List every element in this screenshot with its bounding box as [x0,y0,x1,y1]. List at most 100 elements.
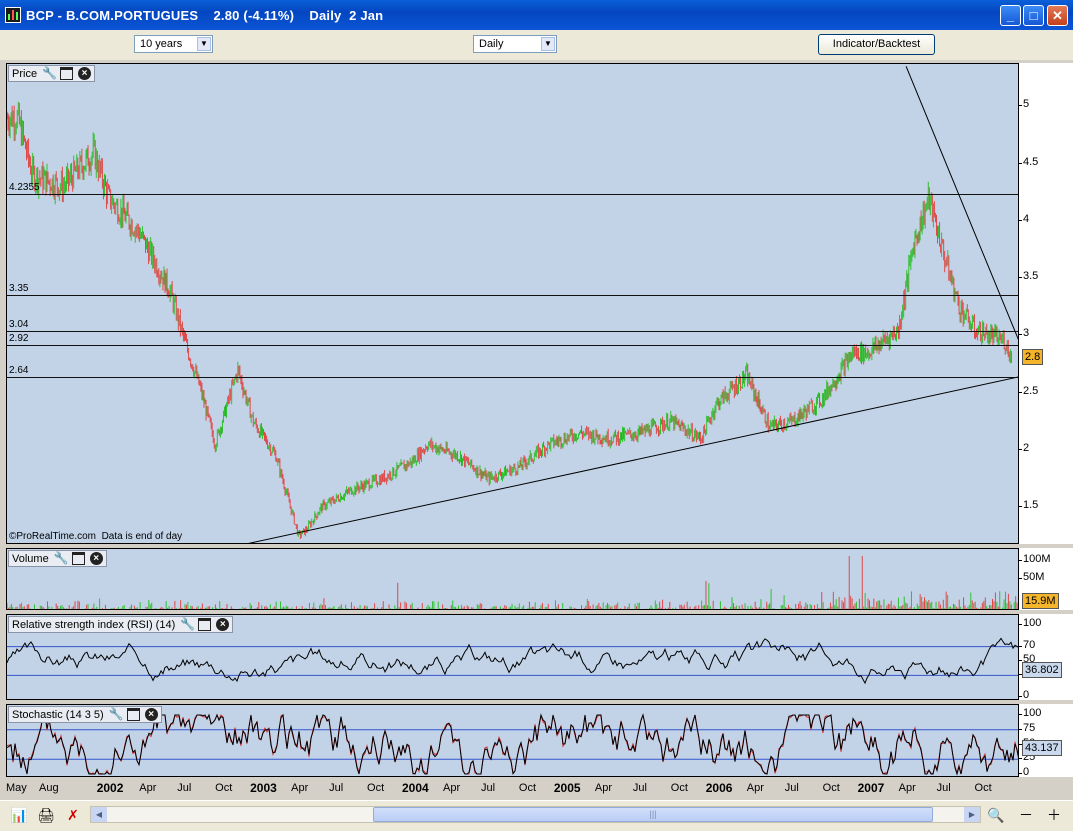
window-icon[interactable] [60,67,74,80]
bottom-toolbar: 📊 🖨 ✗ ◀ ||| ▶ 🔍 － ＋ [0,800,1073,831]
price-panel-title: Price [12,67,38,80]
interval-select[interactable]: Daily ▼ [473,35,557,53]
time-axis-label: Jul [177,782,192,794]
price-axis: 5 4.5 4 3.5 3 2.5 2 1.5 2.8 [1018,63,1073,544]
zoom-in-icon[interactable]: ＋ [1043,805,1065,825]
volume-axis: 100M 50M 15.9M [1018,548,1073,610]
axis-tick-label: 5 [1018,98,1030,111]
time-axis-label: Oct [974,782,992,794]
volume-panel-header: Volume 🔧 × [8,550,107,567]
level-label: 3.04 [9,318,29,330]
window-icon[interactable] [71,552,85,565]
minimize-button[interactable]: _ [1000,5,1021,26]
time-axis-label: Jul [480,782,496,794]
axis-tick-label: 0 [1018,766,1030,778]
volume-panel[interactable]: Volume 🔧 × [6,548,1019,610]
close-icon[interactable]: × [78,67,92,80]
chevron-down-icon[interactable]: ▼ [197,37,211,51]
level-label: 2.92 [9,332,29,344]
level-label: 2.64 [9,364,29,376]
rsi-panel[interactable]: Relative strength index (RSI) (14) 🔧 × [6,614,1019,700]
time-axis-label: 2004 [401,781,429,795]
axis-tick-label: 100M [1019,553,1051,565]
time-axis-label: Oct [822,782,840,794]
rsi-axis: 100705030036.802 [1018,614,1073,701]
chevron-down-icon[interactable]: ▼ [541,37,555,51]
axis-tick-label: 4.5 [1018,155,1039,168]
time-axis-label: Jul [784,782,799,794]
horizontal-level-line[interactable] [7,330,1018,332]
axis-tick-label: 2.5 [1018,384,1039,397]
scrollbar-thumb[interactable]: ||| [373,807,933,822]
price-panel[interactable]: 4.2355 3.35 3.04 2.92 2.64 Price 🔧 × ©ProRea… [6,63,1019,544]
price-panel-header: Price 🔧 × [8,65,96,82]
volume-chart [7,556,1018,609]
maximize-button[interactable]: □ [1023,5,1044,26]
axis-tick-label: 0 [1018,689,1030,701]
delete-drawings-icon[interactable]: ✗ [62,805,84,825]
horizontal-level-line[interactable] [7,193,1018,195]
scroll-right-icon[interactable]: ▶ [964,807,980,822]
horizontal-level-line[interactable] [7,295,1018,297]
time-axis-label: 2003 [250,781,277,795]
axis-tick-label: 50M [1018,571,1045,583]
volume-panel-title: Volume [12,552,49,565]
axis-tick-label: 100 [1018,617,1042,629]
time-axis-label: Oct [215,782,233,794]
indicator-backtest-button[interactable]: Indicator/Backtest [818,34,935,55]
axis-tick-label: 70 [1018,638,1036,651]
horizontal-level-line[interactable] [7,344,1018,346]
wrench-icon[interactable]: 🔧 [54,552,69,565]
zoom-out-icon[interactable]: － [1015,805,1037,825]
time-axis-label: 2006 [705,781,733,795]
time-axis-label: Apr [442,782,461,794]
close-button[interactable]: ✕ [1047,5,1068,26]
horizontal-scrollbar[interactable]: ◀ ||| ▶ [90,806,981,823]
time-axis-label: Jul [329,782,344,794]
time-axis: May Aug 2002 Apr Jul Oct 2003 Apr Jul Oct 2004 Apr J… [6,778,1019,798]
close-icon[interactable]: × [144,708,158,721]
last-stochastic-badge: 43.137 [1022,739,1062,756]
time-axis-label: May [6,782,27,794]
period-select-value: 10 years [140,38,183,50]
axis-tick-label: 75 [1018,721,1036,734]
time-axis-label: Aug [39,782,59,794]
time-axis-label: Apr [291,782,309,794]
support-trendline [248,376,1018,543]
period-select[interactable]: 10 years ▼ [134,35,213,53]
title-bar: BCP - B.COM.PORTUGUES 2.80 (-4.11%) Dail… [0,0,1073,30]
interval-select-value: Daily [479,38,504,50]
close-icon[interactable]: × [216,618,230,631]
price-chart [7,66,1018,543]
axis-tick-label: 2 [1018,441,1030,454]
axis-tick-label: 3.5 [1018,270,1039,283]
wrench-icon[interactable]: 🔧 [42,67,57,80]
time-axis-label: Apr [139,782,157,794]
time-axis-label: 2005 [553,781,581,795]
scroll-left-icon[interactable]: ◀ [91,807,107,822]
window-icon[interactable] [198,618,212,631]
stochastic-panel-header: Stochastic (14 3 5) 🔧 × [8,706,162,723]
stochastic-panel[interactable]: Stochastic (14 3 5) 🔧 × [6,704,1019,777]
stochastic-axis: 100755025043.137 [1018,704,1073,778]
wrench-icon[interactable]: 🔧 [180,618,195,631]
time-axis-label: Apr [746,782,764,794]
rsi-panel-header: Relative strength index (RSI) (14) 🔧 × [8,616,234,633]
window-title: BCP - B.COM.PORTUGUES 2.80 (-4.11%) Dail… [26,8,384,23]
time-axis-label: 2007 [857,781,885,795]
indicator-line [7,713,1018,776]
time-axis-label: Oct [518,782,537,794]
print-icon[interactable]: 🖨 [35,805,57,825]
last-volume-badge: 15.9M [1022,593,1059,609]
wrench-icon[interactable]: 🔧 [109,708,124,721]
time-axis-label: Apr [898,782,916,794]
horizontal-level-line[interactable] [7,376,1018,378]
time-axis-label: Oct [367,782,385,794]
axis-tick-label: 3 [1018,327,1030,340]
candlestick-icon[interactable]: 📊 [8,805,30,825]
time-axis-label: Apr [594,782,612,794]
last-price-badge: 2.8 [1022,349,1044,366]
close-icon[interactable]: × [89,552,103,565]
zoom-select-icon[interactable]: 🔍 [985,805,1007,825]
window-icon[interactable] [126,708,140,721]
